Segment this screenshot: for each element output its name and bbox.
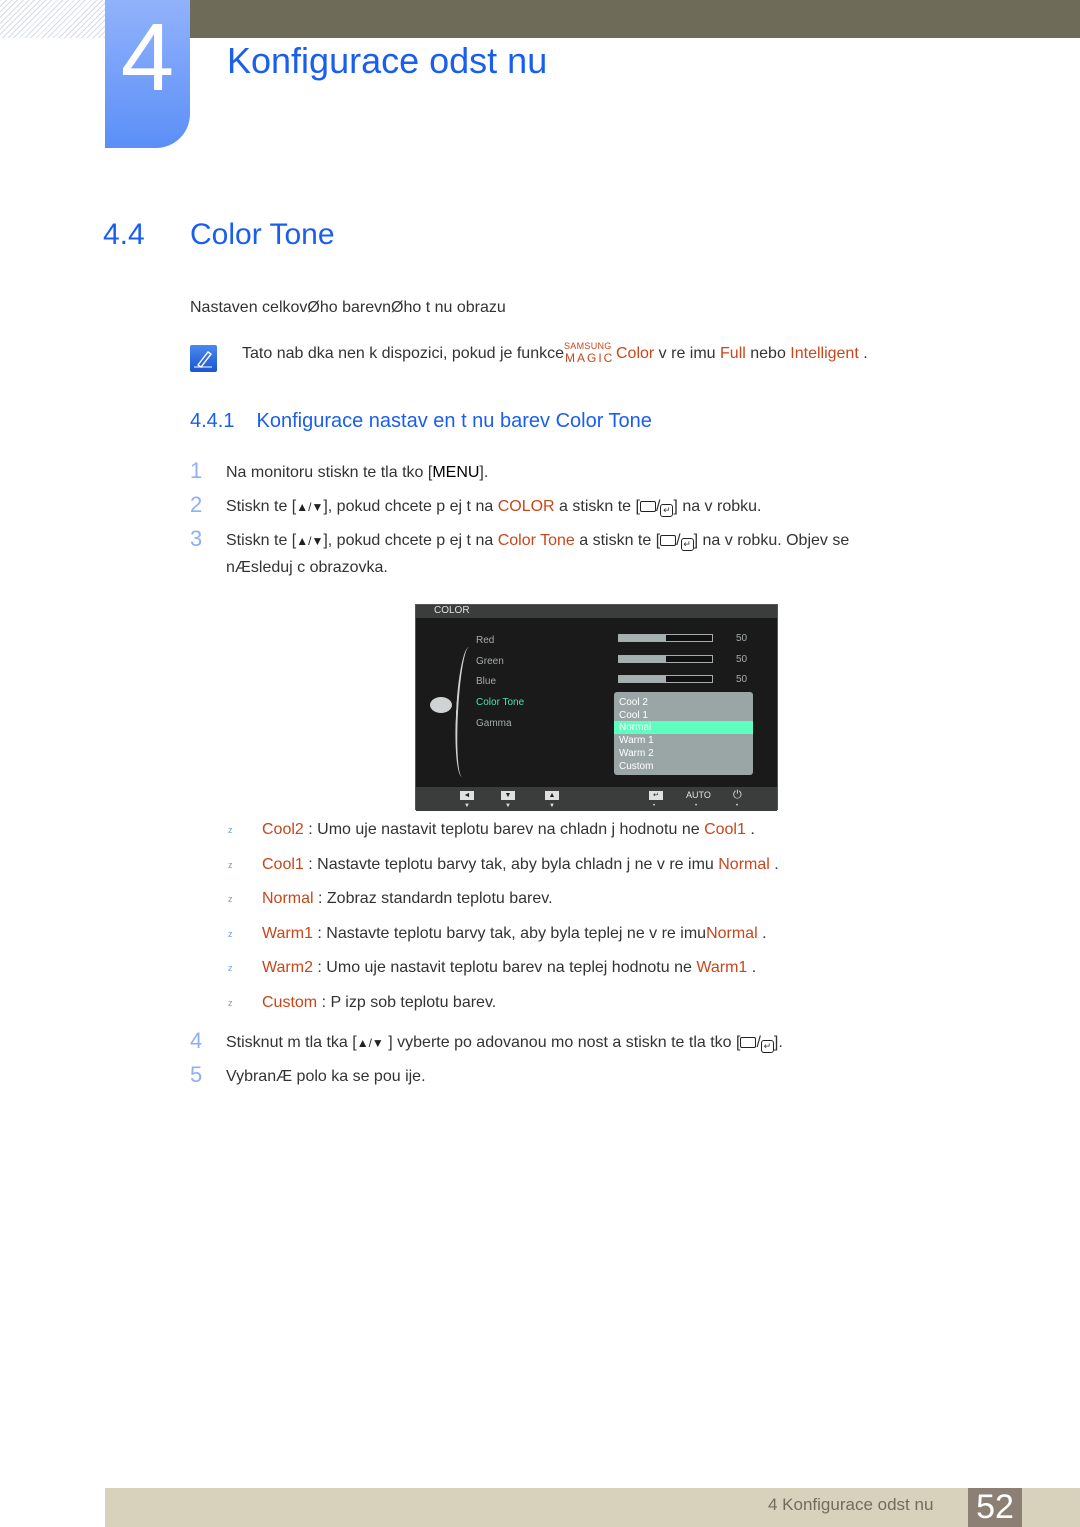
option-normal[interactable]: Normal — [614, 721, 753, 734]
footer-bar — [105, 1488, 1080, 1527]
auto-button[interactable]: AUTO — [686, 790, 711, 800]
power-icon[interactable]: ⏻ — [733, 789, 742, 802]
header-hatch — [0, 0, 105, 38]
source-button-icon — [639, 501, 656, 512]
footer-chapter-text: 4 Konfigurace odst nu — [768, 1495, 934, 1514]
bullet-cool1: z Cool1 : Nastavte teplotu barvy tak, aby… — [228, 856, 779, 873]
note-color-word: Color — [615, 345, 655, 362]
up-down-arrows-icon: ▲/▼ — [356, 1036, 384, 1050]
dot-icon: ▼ — [549, 803, 555, 809]
section-number: 4.4 — [103, 218, 145, 251]
step-5: 5 VybranÆ polo ka se pou ije. — [190, 1062, 426, 1087]
option-custom[interactable]: Custom — [614, 760, 753, 773]
enter-button-icon: ↵ — [760, 1040, 774, 1053]
blue-value: 50 — [736, 674, 748, 685]
green-value: 50 — [736, 654, 748, 665]
up-down-arrows-icon: ▲/▼ — [296, 500, 324, 514]
osd-item-green[interactable]: Green — [476, 656, 504, 667]
dot-icon: • — [653, 803, 656, 809]
option-cool-2[interactable]: Cool 2 — [614, 696, 753, 709]
down-arrow-button[interactable]: ▼ — [501, 791, 515, 800]
note-pencil-icon — [190, 345, 217, 372]
green-slider[interactable] — [618, 655, 713, 663]
step-3-line2: nÆsleduj c obrazovka. — [226, 559, 388, 576]
dot-icon: ▼ — [464, 803, 470, 809]
up-down-arrows-icon: ▲/▼ — [296, 534, 324, 548]
note-prefix: Tato nab dka nen k dispozici, pokud je f… — [242, 345, 564, 362]
enter-button[interactable]: ↵ — [649, 791, 663, 800]
dot-icon: • — [695, 803, 698, 809]
bullet-normal: z Normal : Zobraz standardn teplotu barev… — [228, 890, 553, 907]
source-button-icon — [660, 535, 677, 546]
step-3: 3 Stiskn te [▲/▼], pokud chcete p ej t na… — [190, 526, 850, 551]
bullet-custom: z Custom : P izp sob teplotu barev. — [228, 994, 497, 1011]
chapter-number: 4 — [120, 4, 175, 111]
source-button-icon — [740, 1037, 757, 1048]
option-warm-1[interactable]: Warm 1 — [614, 734, 753, 747]
red-value: 50 — [736, 633, 748, 644]
red-slider[interactable] — [618, 634, 713, 642]
blue-slider[interactable] — [618, 675, 713, 683]
left-arrow-button[interactable]: ◄ — [460, 791, 474, 800]
note-full: Full — [720, 345, 746, 362]
subsection-number: 4.4.1 — [190, 410, 235, 432]
menu-key: MENU — [432, 464, 480, 481]
color-tone-dropdown[interactable]: Cool 2 Cool 1 Normal Warm 1 Warm 2 Custo… — [614, 692, 753, 775]
option-warm-2[interactable]: Warm 2 — [614, 747, 753, 760]
osd-item-red[interactable]: Red — [476, 635, 494, 646]
section-title: Color Tone — [190, 218, 335, 251]
header-bar — [190, 0, 1080, 38]
osd-header: COLOR — [416, 605, 777, 618]
enter-button-icon: ↵ — [680, 538, 694, 551]
palette-icon — [430, 697, 452, 713]
subsection-title: Konfigurace nastav en t nu barev Color T… — [256, 410, 652, 432]
intro-text: Nastaven celkovØho barevnØho t nu obrazu — [190, 299, 506, 316]
bullet-cool2: z Cool2 : Umo uje nastavit teplotu barev … — [228, 821, 755, 838]
osd-arc — [452, 646, 476, 778]
note-intelligent: Intelligent — [790, 345, 859, 362]
note-text: Tato nab dka nen k dispozici, pokud je f… — [242, 341, 868, 365]
dot-icon: ▼ — [505, 803, 511, 809]
page-number: 52 — [968, 1488, 1022, 1527]
enter-button-icon: ↵ — [660, 504, 674, 517]
osd-item-color-tone[interactable]: Color Tone — [476, 697, 524, 708]
subsection-heading: 4.4.1 Konfigurace nastav en t nu barev Co… — [190, 410, 652, 433]
bullet-warm1: z Warm1 : Nastavte teplotu barvy tak, aby… — [228, 925, 767, 942]
step-1: 1 Na monitoru stiskn te tla tko [MENU]. — [190, 458, 489, 483]
osd-color-menu: COLOR Red 50 Green 50 Blue 50 Color Tone… — [415, 604, 778, 811]
osd-footer: ◄ ▼ ▼ ▼ ▲ ▼ ↵ • AUTO • ⏻ • — [416, 787, 777, 811]
osd-item-gamma[interactable]: Gamma — [476, 718, 512, 729]
bullet-warm2: z Warm2 : Umo uje nastavit teplotu barev … — [228, 959, 757, 976]
chapter-title: Konfigurace odst nu — [227, 40, 548, 81]
samsung-magic-logo: SAMSUNG MAGIC — [563, 341, 615, 365]
step-4: 4 Stisknut m tla tka [▲/▼ ] vyberte po ad… — [190, 1028, 783, 1053]
osd-item-blue[interactable]: Blue — [476, 676, 496, 687]
dot-icon: • — [736, 803, 739, 809]
up-arrow-button[interactable]: ▲ — [545, 791, 559, 800]
step-2: 2 Stiskn te [▲/▼], pokud chcete p ej t na… — [190, 492, 762, 517]
